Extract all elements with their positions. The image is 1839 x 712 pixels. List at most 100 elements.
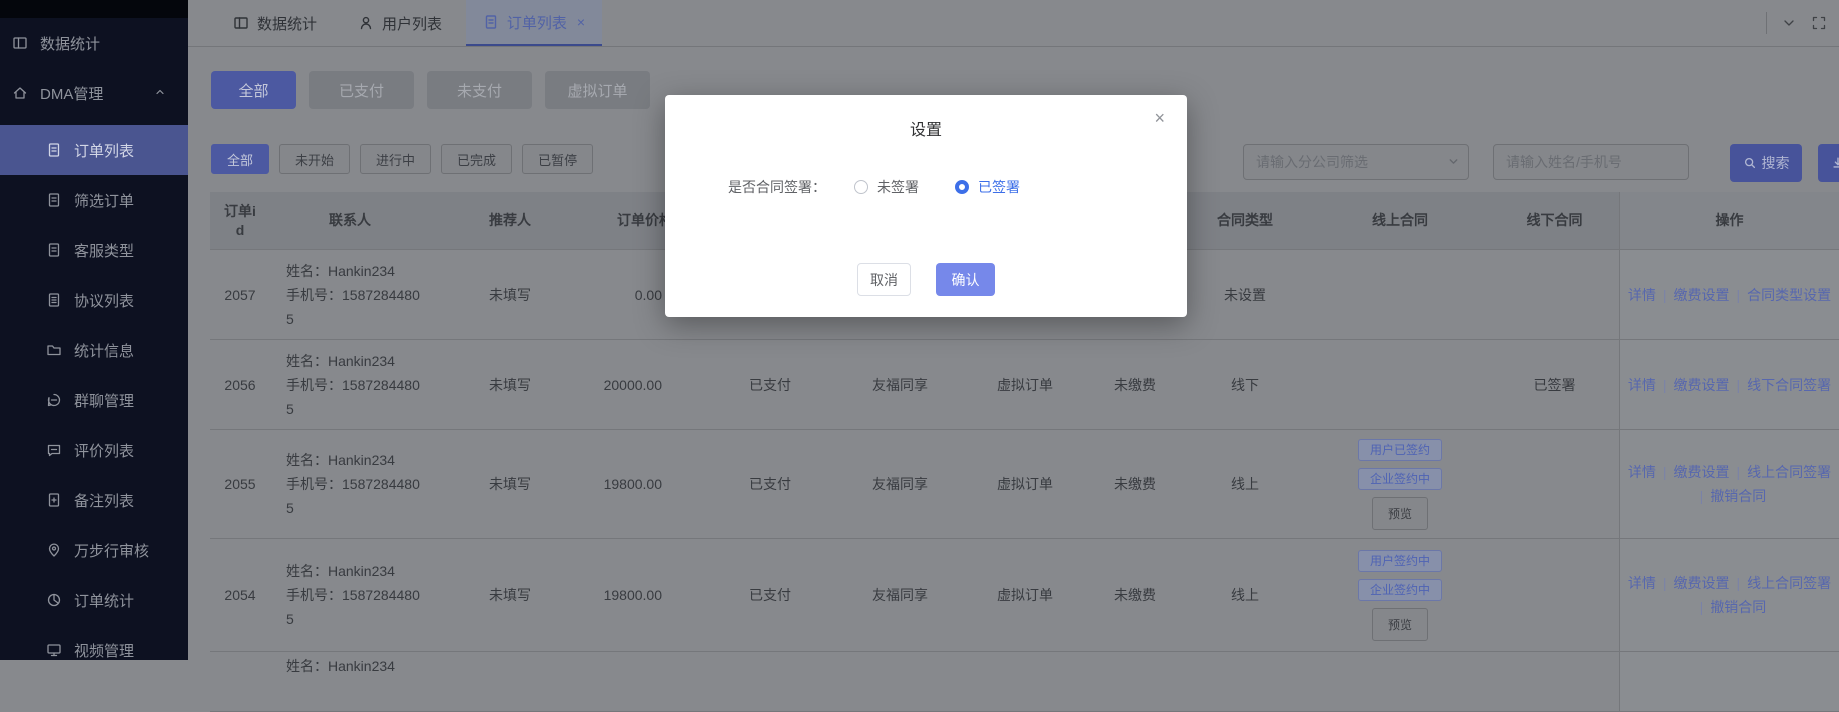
chevron-down-icon[interactable] — [1781, 15, 1797, 31]
sidebar-item-label: DMA管理 — [40, 83, 103, 104]
chevron-up-icon[interactable] — [154, 86, 170, 102]
sidebar-item-filter-orders[interactable]: 筛选订单 — [0, 175, 188, 225]
fee-settings-link[interactable]: 缴费设置 — [1656, 460, 1730, 484]
sidebar-item-stats-info[interactable]: 统计信息 — [0, 325, 188, 375]
cancel-button[interactable]: 取消 — [857, 263, 911, 296]
sidebar-item-data-stats[interactable]: 数据统计 — [0, 18, 188, 68]
tab-close-icon[interactable]: × — [577, 14, 585, 30]
contract-type-settings-link[interactable]: 合同类型设置 — [1730, 283, 1832, 307]
sidebar-item-review-list[interactable]: 评价列表 — [0, 425, 188, 475]
search-button-label: 搜索 — [1762, 153, 1790, 173]
tab-bar: 数据统计 用户列表 订单列表 × — [188, 0, 1839, 47]
sidebar-item-dma[interactable]: DMA管理 — [0, 68, 188, 118]
contract-sign-question-label: 是否合同签署： — [728, 177, 826, 197]
location-pin-icon — [46, 542, 62, 558]
filter-all-button[interactable]: 全部 — [211, 71, 296, 109]
cell-price: 19800.00 — [590, 430, 700, 538]
radio-label: 未签署 — [877, 177, 919, 197]
sidebar-item-label: 协议列表 — [74, 290, 134, 311]
tab-order-list[interactable]: 订单列表 × — [466, 0, 602, 46]
branch-filter-select[interactable] — [1243, 144, 1469, 180]
tab-label: 订单列表 — [507, 12, 567, 33]
cell-order-id: 2057 — [210, 250, 270, 339]
status-completed-button[interactable]: 已完成 — [441, 144, 512, 174]
name-phone-input[interactable] — [1493, 144, 1689, 180]
user-signing-tag: 用户签约中 — [1358, 550, 1442, 572]
cell-offline-contract — [1490, 652, 1619, 711]
filter-unpaid-button[interactable]: 未支付 — [427, 71, 532, 109]
sidebar-item-agreement-list[interactable]: 协议列表 — [0, 275, 188, 325]
cell-actions: 详情 缴费设置 合同类型设置 — [1619, 250, 1839, 339]
detail-link[interactable]: 详情 — [1628, 571, 1656, 595]
search-button[interactable]: 搜索 — [1730, 144, 1802, 182]
cell-order-id: 2056 — [210, 340, 270, 429]
status-not-started-button[interactable]: 未开始 — [279, 144, 350, 174]
tab-user-list[interactable]: 用户列表 — [358, 0, 442, 46]
confirm-button[interactable]: 确认 — [936, 263, 995, 296]
col-header-offline-contract: 线下合同 — [1490, 192, 1619, 249]
detail-link[interactable]: 详情 — [1628, 283, 1656, 307]
sidebar-item-order-stats[interactable]: 订单统计 — [0, 575, 188, 625]
cell-contact: 姓名：Hankin234手机号：15872844805 — [270, 430, 430, 538]
settings-modal: 设置 × 是否合同签署： 未签署 已签署 取消 确认 — [665, 95, 1187, 317]
payment-filter-row: 全部 已支付 未支付 虚拟订单 — [211, 71, 650, 109]
filter-paid-button[interactable]: 已支付 — [309, 71, 414, 109]
status-paused-button[interactable]: 已暂停 — [522, 144, 593, 174]
tab-data-stats[interactable]: 数据统计 — [233, 0, 317, 46]
preview-button[interactable]: 预览 — [1372, 497, 1428, 530]
cell-price: 19800.00 — [590, 539, 700, 651]
detail-link[interactable]: 详情 — [1628, 373, 1656, 397]
fee-settings-link[interactable]: 缴费设置 — [1656, 571, 1730, 595]
cell-product — [840, 652, 960, 711]
sidebar-item-label: 评价列表 — [74, 440, 134, 461]
cell-contact: 姓名：Hankin234手机号：15872844805 — [270, 340, 430, 429]
fullscreen-icon[interactable] — [1811, 15, 1827, 31]
cell-product: 友福同享 — [840, 430, 960, 538]
fee-settings-link[interactable]: 缴费设置 — [1656, 283, 1730, 307]
cell-contract-type — [1180, 652, 1310, 711]
search-icon — [1743, 156, 1757, 170]
sidebar-item-label: 数据统计 — [40, 33, 100, 54]
contact-phone: 手机号：15872844805 — [286, 583, 426, 631]
sidebar-item-service-type[interactable]: 客服类型 — [0, 225, 188, 275]
chat-round-icon — [46, 392, 62, 408]
sidebar-item-wanbuxing-audit[interactable]: 万步行审核 — [0, 525, 188, 575]
cell-contract-type: 线下 — [1180, 340, 1310, 429]
revoke-contract-link[interactable]: 撤销合同 — [1693, 484, 1767, 508]
preview-button[interactable]: 预览 — [1372, 608, 1428, 641]
detail-link[interactable]: 详情 — [1628, 460, 1656, 484]
radio-selected-icon — [955, 180, 969, 194]
tab-label: 数据统计 — [257, 13, 317, 34]
fee-settings-link[interactable]: 缴费设置 — [1656, 373, 1730, 397]
sidebar-item-notes-list[interactable]: 备注列表 — [0, 475, 188, 525]
online-contract-sign-link[interactable]: 线上合同签署 — [1730, 460, 1832, 484]
cell-pay-status: 已支付 — [700, 539, 840, 651]
download-button[interactable]: 下载 — [1818, 144, 1839, 182]
online-contract-sign-link[interactable]: 线上合同签署 — [1730, 571, 1832, 595]
document-icon — [46, 192, 62, 208]
table-row: 2054 姓名：Hankin234手机号：15872844805 未填写 198… — [210, 539, 1839, 652]
contact-name: 姓名：Hankin234 — [286, 259, 426, 283]
sidebar-item-video-mgmt[interactable]: 视频管理 — [0, 625, 188, 675]
cell-product: 友福同享 — [840, 539, 960, 651]
revoke-contract-link[interactable]: 撤销合同 — [1693, 595, 1767, 619]
radio-signed[interactable]: 已签署 — [955, 177, 1020, 197]
cell-offline-contract: 已签署 — [1490, 340, 1619, 429]
sidebar-item-order-list[interactable]: 订单列表 — [0, 125, 188, 175]
divider — [1766, 12, 1767, 34]
contact-phone: 手机号：15872844805 — [286, 472, 426, 520]
pie-chart-icon — [46, 592, 62, 608]
status-in-progress-button[interactable]: 进行中 — [360, 144, 431, 174]
sidebar-top-strip — [0, 0, 188, 18]
cell-price: 20000.00 — [590, 340, 700, 429]
sidebar-item-group-chat[interactable]: 群聊管理 — [0, 375, 188, 425]
cell-actions: 详情 缴费设置 线上合同签署 撤销合同 — [1619, 539, 1839, 651]
radio-unsigned[interactable]: 未签署 — [854, 177, 919, 197]
offline-contract-sign-link[interactable]: 线下合同签署 — [1730, 373, 1832, 397]
filter-virtual-button[interactable]: 虚拟订单 — [545, 71, 650, 109]
close-icon[interactable]: × — [1154, 109, 1165, 127]
contact-name: 姓名：Hankin234 — [286, 559, 426, 583]
table-row: 2055 姓名：Hankin234手机号：15872844805 未填写 198… — [210, 430, 1839, 539]
radio-unselected-icon — [854, 180, 868, 194]
status-all-button[interactable]: 全部 — [211, 144, 269, 174]
